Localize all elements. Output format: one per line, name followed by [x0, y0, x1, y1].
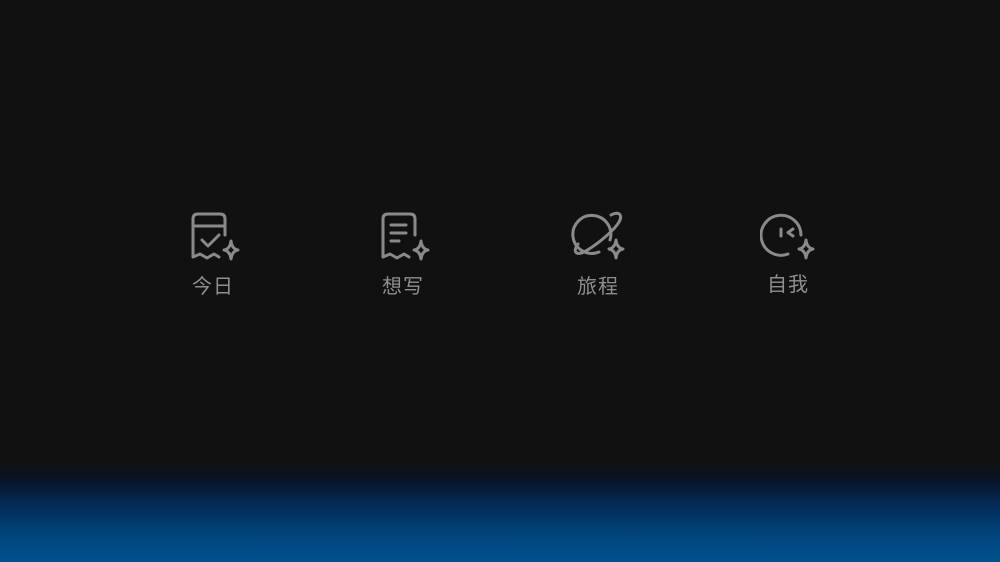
calendar-check-sparkle-icon [185, 208, 241, 264]
tab-today[interactable]: 今日 [153, 208, 273, 308]
tab-write-label: 想写 [382, 274, 424, 298]
note-sparkle-icon [375, 208, 431, 264]
tab-today-label: 今日 [192, 274, 234, 298]
tab-journey[interactable]: 旅程 [538, 208, 658, 308]
app-screen: 今日 想写 旅程 自我 [0, 0, 1000, 562]
tab-write[interactable]: 想写 [343, 208, 463, 308]
tab-me-label: 自我 [767, 272, 809, 296]
bottom-glow [0, 462, 1000, 562]
tab-journey-label: 旅程 [577, 274, 619, 298]
planet-sparkle-icon [570, 208, 626, 264]
tab-me[interactable]: 自我 [728, 208, 848, 308]
wink-face-sparkle-icon [760, 208, 816, 264]
